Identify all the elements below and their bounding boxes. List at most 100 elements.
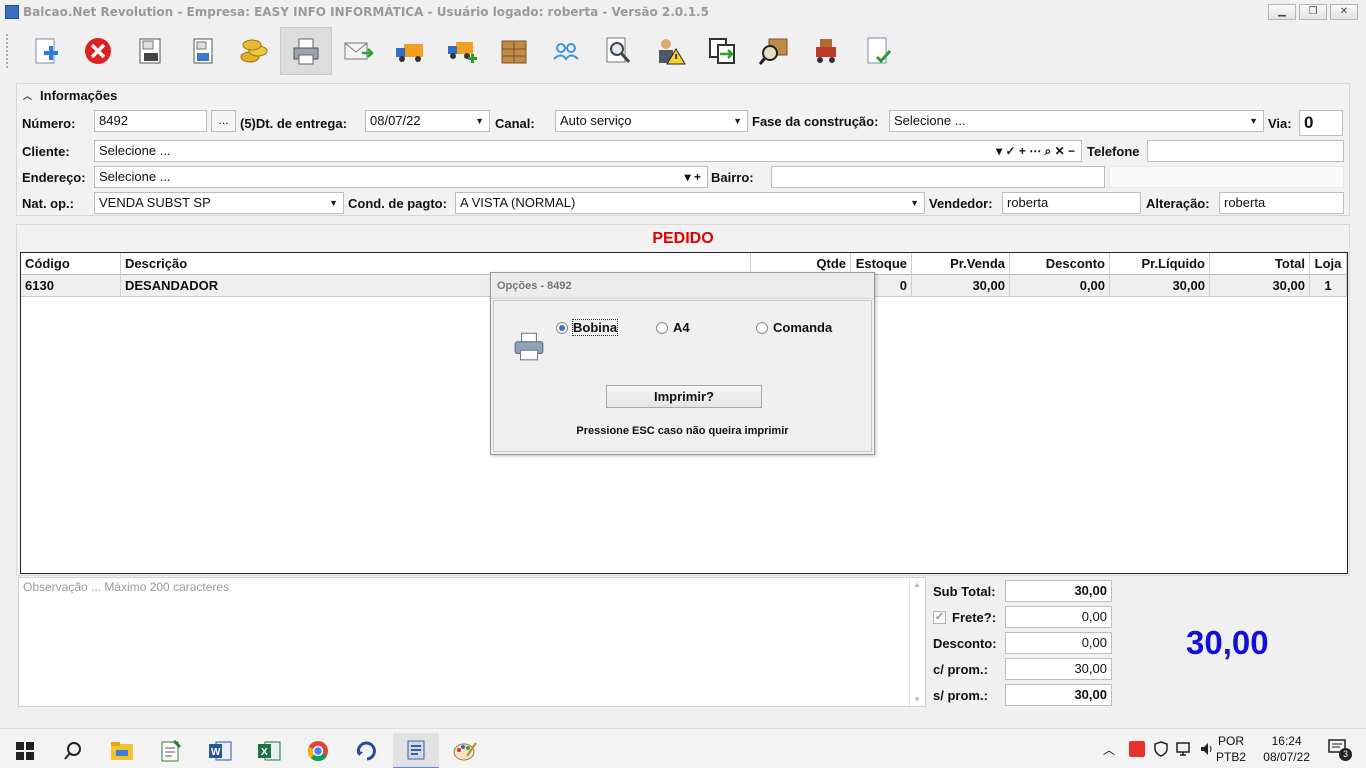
frete-field[interactable]: 0,00 [1005,606,1112,628]
search-box-button[interactable] [748,27,800,75]
vendedor-field[interactable]: roberta [1002,192,1141,214]
taskbar-balcao[interactable] [393,733,439,768]
col-pr-liquido[interactable]: Pr.Líquido [1110,253,1210,275]
input-language[interactable]: POR PTB2 [1216,733,1246,765]
taskbar-notepad[interactable] [148,733,194,768]
taskbar-clock[interactable]: 16:24 08/07/22 [1263,733,1310,765]
radio-bobina[interactable]: Bobina [556,319,619,336]
taskbar-app-refresh[interactable] [344,733,390,768]
notification-center-button[interactable]: 3 [1328,739,1352,761]
radio-bobina-circle[interactable] [556,321,568,334]
coins-icon [240,39,268,63]
chevron-down-icon[interactable]: ▼ [910,193,919,213]
natop-select[interactable]: VENDA SUBST SP ▼ [94,192,344,214]
user-warning-button[interactable] [644,27,696,75]
taskbar-word[interactable]: W [197,733,243,768]
add-delivery-button[interactable] [436,27,488,75]
restore-button[interactable]: ❐ [1299,4,1327,20]
telefone-field[interactable] [1147,140,1344,162]
search-doc-icon [606,37,631,63]
collapse-chevron-icon[interactable]: ︿ [23,89,32,102]
endereco-select[interactable]: Selecione ... ▾ + [94,166,708,188]
dt-entrega-field[interactable]: 08/07/22 ▼ [365,110,490,132]
tray-antivirus-icon[interactable] [1129,741,1145,757]
new-document-button[interactable] [20,27,72,75]
network-icon[interactable] [1175,741,1193,757]
radio-comanda-circle[interactable] [756,321,768,334]
numero-field[interactable]: 8492 [94,110,207,132]
scroll-up-icon[interactable]: ▲ [913,580,921,589]
col-pr-venda[interactable]: Pr.Venda [912,253,1010,275]
taskbar-search-button[interactable] [50,733,96,768]
radio-a4-circle[interactable] [656,321,668,334]
minimize-button[interactable]: ▁ [1268,4,1296,20]
desconto-field[interactable]: 0,00 [1005,632,1112,654]
taskbar-excel[interactable]: X [246,733,292,768]
transfer-button[interactable] [696,27,748,75]
delivery-button[interactable] [384,27,436,75]
boxes-button[interactable] [488,27,540,75]
search-document-button[interactable] [592,27,644,75]
save-button[interactable] [124,27,176,75]
close-button[interactable]: ✕ [1330,4,1358,20]
taskbar-paint[interactable] [442,733,488,768]
save-icon [139,38,161,64]
via-field[interactable]: 0 [1299,110,1343,136]
subtotal-field: 30,00 [1005,580,1112,602]
print-button[interactable] [280,27,332,75]
col-codigo[interactable]: Código [21,253,121,275]
observacao-scrollbar[interactable]: ▲ ▼ [909,578,925,706]
radio-a4[interactable]: A4 [656,320,690,335]
tray-overflow-icon[interactable]: ︿ [1103,741,1117,758]
taskbar-explorer[interactable] [99,733,145,768]
scroll-down-icon[interactable]: ▼ [913,695,921,704]
dialog-title: Opções - 8492 [491,273,874,299]
folder-icon [111,742,133,760]
bairro-field[interactable] [771,166,1105,188]
cliente-tools[interactable]: ▾ ✓ + ⋯ ⌕ ✕ − [996,141,1075,161]
endereco-value: Selecione ... [99,169,171,184]
frete-checkbox[interactable]: ✓ [933,611,946,624]
radio-comanda[interactable]: Comanda [756,320,832,335]
chevron-down-icon[interactable]: ▼ [733,111,742,131]
taskbar-chrome[interactable] [295,733,341,768]
canal-select[interactable]: Auto serviço ▼ [555,110,748,132]
confirm-document-button[interactable] [852,27,904,75]
imprimir-button[interactable]: Imprimir? [606,385,762,408]
save-as-button[interactable] [176,27,228,75]
print-options-dialog: Opções - 8492 Bobina A4 Comanda Imprimir… [490,272,875,455]
app-icon [5,5,19,19]
toolbar-grip[interactable] [6,34,10,68]
info-header[interactable]: ︿ Informações [23,88,117,103]
dialog-body: Bobina A4 Comanda Imprimir? Pressione ES… [493,300,872,452]
fase-value: Selecione ... [894,113,966,128]
cancel-button[interactable] [72,27,124,75]
chevron-down-icon[interactable]: ▼ [475,111,484,131]
security-shield-icon[interactable] [1153,741,1169,757]
cond-pagto-select[interactable]: A VISTA (NORMAL) ▼ [455,192,925,214]
svg-text:W: W [211,747,221,758]
email-button[interactable] [332,27,384,75]
cprom-field: 30,00 [1005,658,1112,680]
endereco-tools[interactable]: ▾ + [685,167,701,187]
notification-count: 3 [1339,748,1352,761]
payment-button[interactable] [228,27,280,75]
col-loja[interactable]: Loja [1310,253,1347,275]
chevron-down-icon[interactable]: ▼ [1249,111,1258,131]
alteracao-field[interactable]: roberta [1219,192,1344,214]
user-warning-icon [659,39,686,65]
fase-select[interactable]: Selecione ... ▼ [889,110,1264,132]
volume-icon[interactable] [1199,741,1215,757]
observacao-textarea[interactable]: Observação ... Máximo 200 caracteres ▲ ▼ [18,577,926,707]
start-button[interactable] [2,733,48,768]
col-total[interactable]: Total [1210,253,1310,275]
grand-total: 30,00 [1186,624,1269,661]
col-desconto[interactable]: Desconto [1010,253,1110,275]
chevron-down-icon[interactable]: ▼ [329,193,338,213]
cliente-select[interactable]: Selecione ... ▾ ✓ + ⋯ ⌕ ✕ − [94,140,1082,162]
cprom-label: c/ prom.: [933,662,988,677]
cart-button[interactable] [800,27,852,75]
numero-label: Número: [22,116,76,131]
users-sync-button[interactable] [540,27,592,75]
numero-lookup-button[interactable]: ... [211,110,236,132]
